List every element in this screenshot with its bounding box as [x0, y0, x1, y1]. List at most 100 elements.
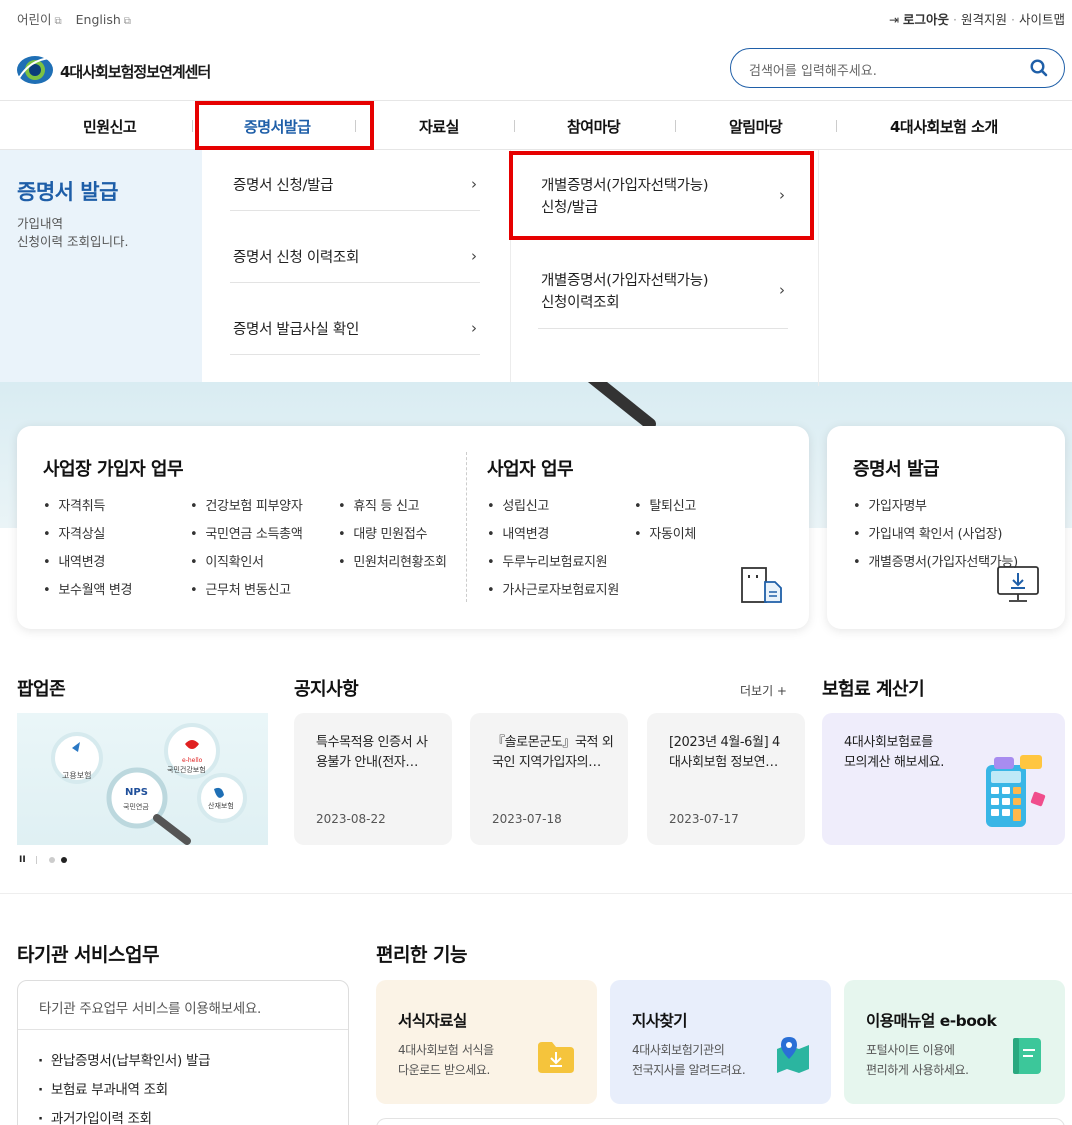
link-item[interactable]: 이직확인서	[190, 551, 264, 570]
link-item[interactable]: 대량 민원접수	[338, 523, 427, 542]
submenu-cert-history[interactable]: 증명서 신청 이력조회	[233, 247, 359, 269]
feature-desc: 4대사회보험 서식을 다운로드 받으세요.	[398, 1040, 494, 1080]
submenu-cert-verify[interactable]: 증명서 발급사실 확인	[233, 319, 359, 341]
other-service-link[interactable]: 보험료 부과내역 조회	[38, 1078, 168, 1098]
link-item[interactable]: 건강보험 피부양자	[190, 495, 302, 514]
search-input[interactable]: 검색어를 입력해주세요.	[730, 48, 1065, 88]
search-icon[interactable]	[1030, 59, 1048, 77]
nav-item-participation[interactable]: 참여마당	[567, 116, 621, 137]
divider	[230, 210, 480, 211]
utility-left: 어린이 ⧉ English ⧉	[17, 9, 141, 28]
english-link[interactable]: English	[76, 12, 121, 27]
chevron-right-icon: ›	[779, 281, 785, 299]
link-item[interactable]: 보수월액 변경	[43, 579, 132, 598]
feature-desc-line: 포털사이트 이용에	[866, 1043, 955, 1057]
dropdown-desc-line: 가입내역	[17, 216, 64, 231]
logo-label: e-hello	[182, 757, 203, 764]
notice-date: 2023-07-18	[492, 812, 562, 826]
link-item[interactable]: 가입내역 확인서 (사업장)	[853, 523, 1002, 542]
feature-card-forms[interactable]: 서식자료실 4대사회보험 서식을 다운로드 받으세요.	[376, 980, 597, 1104]
slide-dot-active[interactable]	[61, 857, 67, 863]
column-divider	[818, 150, 819, 386]
chevron-right-icon: ›	[471, 247, 477, 265]
link-item[interactable]: 두루누리보험료지원	[487, 551, 607, 570]
logout-link[interactable]: 로그아웃	[903, 12, 949, 27]
submenu-label-line: 신청이력조회	[541, 295, 620, 311]
more-link[interactable]: 더보기 +	[740, 682, 787, 699]
other-service-link[interactable]: 과거가입이력 조회	[38, 1107, 152, 1125]
link-item[interactable]: 가사근로자보험료지원	[487, 579, 619, 598]
feature-desc-line: 전국지사를 알려드려요.	[632, 1063, 746, 1077]
notice-card[interactable]: 특수목적용 인증서 사용불가 안내(전자… 2023-08-22	[294, 713, 452, 845]
logo-label: 산재보험	[208, 802, 234, 810]
calculator-card[interactable]: 4대사회보험료를 모의계산 해보세요.	[822, 713, 1065, 845]
submenu-cert-apply[interactable]: 증명서 신청/발급	[233, 175, 333, 197]
card-title: 사업자 업무	[487, 459, 574, 480]
link-item[interactable]: 국민연금 소득총액	[190, 523, 302, 542]
nav-separator	[514, 120, 515, 132]
link-item[interactable]: 근무처 변동신고	[190, 579, 291, 598]
logo-icon[interactable]	[16, 52, 54, 92]
kids-link[interactable]: 어린이	[17, 12, 52, 27]
link-item[interactable]: 성립신고	[487, 495, 549, 514]
dropdown-desc-line: 신청이력 조회입니다.	[17, 234, 129, 249]
link-item[interactable]: 민원처리현황조회	[338, 551, 447, 570]
section-title-calculator: 보험료 계산기	[822, 679, 925, 700]
logout-icon: ⇥	[889, 13, 900, 27]
notice-title: 『솔로몬군도』국적 외국인 지역가입자의…	[492, 735, 614, 770]
section-divider	[0, 893, 1072, 894]
feature-card-branch-finder[interactable]: 지사찾기 4대사회보험기관의 전국지사를 알려드려요.	[610, 980, 831, 1104]
link-item[interactable]: 자동이체	[634, 523, 696, 542]
link-item[interactable]: 내역변경	[487, 523, 549, 542]
logo-label: 국민건강보험	[167, 766, 206, 774]
other-service-link[interactable]: 완납증명서(납부확인서) 발급	[38, 1049, 211, 1069]
pause-button[interactable]: II	[19, 855, 26, 865]
site-logo-text[interactable]: 4대사회보험정보연계센터	[60, 61, 211, 82]
dropdown-title: 증명서 발급	[17, 180, 118, 204]
slide-dot[interactable]	[49, 857, 55, 863]
separator-dot: ·	[1011, 12, 1015, 27]
nav-item-notice[interactable]: 알림마당	[729, 116, 783, 137]
calculator-desc-line: 모의계산 해보세요.	[844, 755, 944, 770]
feature-desc-line: 4대사회보험 서식을	[398, 1043, 494, 1057]
card-title: 사업장 가입자 업무	[43, 459, 184, 480]
nav-item-library[interactable]: 자료실	[419, 116, 459, 137]
nav-item-complaint[interactable]: 민원신고	[83, 116, 137, 137]
submenu-individual-cert-history[interactable]: 개별증명서(가입자선택가능) 신청이력조회	[541, 270, 709, 314]
link-item[interactable]: 자격상실	[43, 523, 105, 542]
dropdown-description: 가입내역 신청이력 조회입니다.	[17, 215, 128, 251]
section-title-other-services: 타기관 서비스업무	[17, 944, 159, 966]
link-item[interactable]: 개별증명서(가입자선택가능)	[853, 551, 1018, 570]
folder-download-icon	[538, 1042, 574, 1073]
other-services-box: 타기관 주요업무 서비스를 이용해보세요. 완납증명서(납부확인서) 발급 보험…	[17, 980, 349, 1125]
feature-card-ebook[interactable]: 이용매뉴얼 e-book 포털사이트 이용에 편리하게 사용하세요.	[844, 980, 1065, 1104]
highlight-box-submenu	[509, 151, 814, 240]
notice-card[interactable]: [2023년 4월-6월] 4대사회보험 정보연… 2023-07-17	[647, 713, 805, 845]
link-item[interactable]: 탈퇴신고	[634, 495, 696, 514]
certificate-card: 증명서 발급 가입자명부 가입내역 확인서 (사업장) 개별증명서(가입자선택가…	[827, 426, 1065, 629]
other-services-subtitle: 타기관 주요업무 서비스를 이용해보세요.	[39, 1001, 262, 1017]
map-pin-icon	[777, 1037, 809, 1073]
nav-separator	[192, 120, 193, 132]
divider	[230, 282, 480, 283]
notice-date: 2023-07-17	[669, 812, 739, 826]
dropdown-intro-panel: 증명서 발급 가입내역 신청이력 조회입니다.	[0, 150, 202, 382]
link-item[interactable]: 휴직 등 신고	[338, 495, 419, 514]
link-item[interactable]: 자격취득	[43, 495, 105, 514]
logo-label: 고용보험	[62, 771, 92, 780]
divider	[18, 1029, 348, 1030]
feature-title: 서식자료실	[398, 1012, 467, 1030]
link-item[interactable]: 내역변경	[43, 551, 105, 570]
notice-date: 2023-08-22	[316, 812, 386, 826]
remote-support-link[interactable]: 원격지원	[961, 12, 1007, 27]
utility-right: ⇥ 로그아웃 · 원격지원 · 사이트맵	[889, 9, 1065, 28]
next-section-box	[376, 1118, 1065, 1125]
sitemap-link[interactable]: 사이트맵	[1019, 12, 1065, 27]
popup-banner[interactable]: 고용보험 e-hello 국민건강보험 NPS 국민연금 산재보험	[17, 713, 268, 845]
section-title-popup: 팝업존	[17, 679, 66, 700]
insurance-logos-illustration	[51, 723, 247, 845]
business-services-card: 사업장 가입자 업무 자격취득 자격상실 내역변경 보수월액 변경 건강보험 피…	[17, 426, 809, 629]
notice-card[interactable]: 『솔로몬군도』국적 외국인 지역가입자의… 2023-07-18	[470, 713, 628, 845]
link-item[interactable]: 가입자명부	[853, 495, 927, 514]
nav-item-about[interactable]: 4대사회보험 소개	[890, 116, 998, 137]
